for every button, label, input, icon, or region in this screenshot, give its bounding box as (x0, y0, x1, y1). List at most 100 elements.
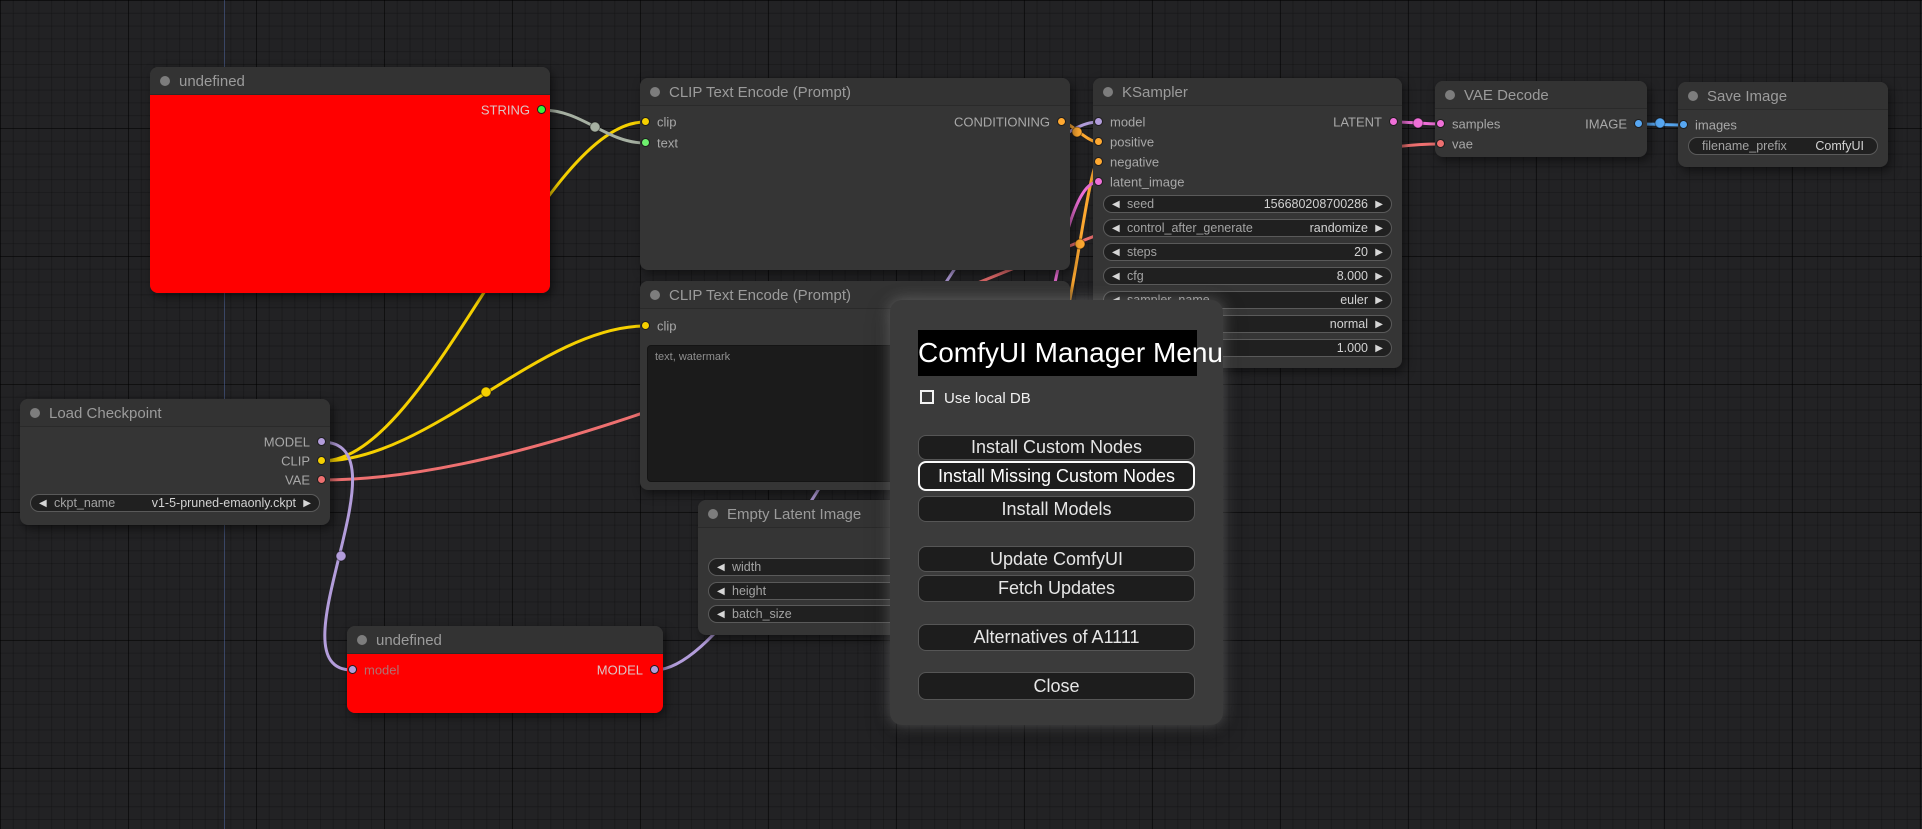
node-title-bar[interactable]: undefined (347, 626, 663, 654)
node-title: undefined (179, 73, 245, 90)
widget-value: normal (1329, 317, 1368, 331)
widget-cfg[interactable]: ◀ ▶ cfg 8.000 (1103, 267, 1392, 285)
node-collapse-dot-icon[interactable] (357, 635, 367, 645)
widget-increment-icon[interactable]: ▶ (1375, 342, 1383, 355)
node-title-bar[interactable]: undefined (150, 67, 550, 95)
widget-increment-icon[interactable]: ▶ (303, 497, 311, 510)
output-port-LATENT[interactable] (1389, 117, 1398, 126)
output-port-CLIP[interactable] (317, 456, 326, 465)
node-collapse-dot-icon[interactable] (708, 509, 718, 519)
widget-increment-icon[interactable]: ▶ (1375, 222, 1383, 235)
input-port-vae[interactable] (1436, 139, 1445, 148)
node-vae-decode[interactable]: VAE Decode samples vae IMAGE (1435, 81, 1647, 157)
widget-decrement-icon[interactable]: ◀ (1112, 246, 1120, 259)
widget-decrement-icon[interactable]: ◀ (717, 608, 725, 621)
input-port-label: clip (657, 318, 677, 334)
output-port-label: IMAGE (1585, 116, 1627, 132)
input-port-images[interactable] (1679, 120, 1688, 129)
node-undefined-model[interactable]: undefined model MODEL (347, 626, 663, 713)
widget-filename_prefix[interactable]: filename_prefix ComfyUI (1688, 137, 1878, 155)
input-port-text[interactable] (641, 138, 650, 147)
fetch-updates-button[interactable]: Fetch Updates (918, 575, 1195, 602)
widget-decrement-icon[interactable]: ◀ (717, 585, 725, 598)
input-port-label: text (657, 135, 678, 151)
widget-increment-icon[interactable]: ▶ (1375, 270, 1383, 283)
widget-increment-icon[interactable]: ▶ (1375, 246, 1383, 259)
input-port-latent_image[interactable] (1094, 177, 1103, 186)
widget-increment-icon[interactable]: ▶ (1375, 318, 1383, 331)
node-collapse-dot-icon[interactable] (1445, 90, 1455, 100)
node-clip-text-encode-1[interactable]: CLIP Text Encode (Prompt) clip text CONDITI… (640, 78, 1070, 270)
input-port-label: negative (1110, 154, 1160, 170)
node-collapse-dot-icon[interactable] (1688, 91, 1698, 101)
widget-label: width (732, 560, 762, 574)
node-collapse-dot-icon[interactable] (1103, 87, 1113, 97)
output-port-CONDITIONING[interactable] (1057, 117, 1066, 126)
node-load-checkpoint[interactable]: Load Checkpoint MODEL CLIP VAE ◀ ▶ ckpt_name v1… (20, 399, 330, 525)
input-port-negative[interactable] (1094, 157, 1103, 166)
link-midpoint-dot[interactable] (1071, 126, 1083, 138)
node-title: undefined (376, 632, 442, 649)
node-save-image[interactable]: Save Image images filename_prefix ComfyUI (1678, 82, 1888, 167)
output-port-MODEL[interactable] (317, 437, 326, 446)
node-title-bar[interactable]: Load Checkpoint (20, 399, 330, 427)
alternatives-of-a1111-button[interactable]: Alternatives of A1111 (918, 624, 1195, 651)
widget-label: batch_size (732, 607, 792, 621)
widget-ckpt_name[interactable]: ◀ ▶ ckpt_name v1-5-pruned-emaonly.ckpt (30, 494, 320, 512)
update-comfyui-button[interactable]: Update ComfyUI (918, 546, 1195, 572)
node-undefined-string[interactable]: undefined STRING (150, 67, 550, 293)
input-port-clip[interactable] (641, 321, 650, 330)
node-title-bar[interactable]: Save Image (1678, 82, 1888, 110)
install-missing-custom-nodes-button[interactable]: Install Missing Custom Nodes (918, 461, 1195, 491)
link-midpoint-dot[interactable] (335, 550, 347, 562)
widget-value: 156680208700286 (1263, 197, 1368, 211)
output-port-MODEL[interactable] (650, 665, 659, 674)
node-title-bar[interactable]: CLIP Text Encode (Prompt) (640, 78, 1070, 106)
node-title-bar[interactable]: KSampler (1093, 78, 1402, 106)
node-collapse-dot-icon[interactable] (650, 87, 660, 97)
output-port-label: STRING (480, 102, 530, 118)
widget-value: v1-5-pruned-emaonly.ckpt (151, 496, 296, 510)
link-midpoint-dot[interactable] (1654, 117, 1666, 129)
input-port-label: positive (1110, 134, 1155, 150)
input-port-samples[interactable] (1436, 119, 1445, 128)
use-local-db-checkbox[interactable] (920, 390, 934, 404)
widget-label: cfg (1127, 269, 1144, 283)
install-custom-nodes-button[interactable]: Install Custom Nodes (918, 435, 1195, 460)
input-port-model[interactable] (1094, 117, 1103, 126)
input-port-label: model (364, 662, 400, 678)
node-collapse-dot-icon[interactable] (30, 408, 40, 418)
widget-decrement-icon[interactable]: ◀ (1112, 270, 1120, 283)
widget-decrement-icon[interactable]: ◀ (1112, 198, 1120, 211)
node-body (640, 106, 1070, 270)
widget-seed[interactable]: ◀ ▶ seed 156680208700286 (1103, 195, 1392, 213)
link-midpoint-dot[interactable] (1074, 238, 1086, 250)
widget-decrement-icon[interactable]: ◀ (1112, 222, 1120, 235)
widget-increment-icon[interactable]: ▶ (1375, 294, 1383, 307)
widget-decrement-icon[interactable]: ◀ (717, 561, 725, 574)
output-port-STRING[interactable] (537, 105, 546, 114)
link-midpoint-dot[interactable] (1412, 117, 1424, 129)
widget-label: control_after_generate (1127, 221, 1253, 235)
link-midpoint-dot[interactable] (480, 386, 492, 398)
node-collapse-dot-icon[interactable] (650, 290, 660, 300)
input-port-clip[interactable] (641, 117, 650, 126)
input-port-label: images (1695, 117, 1737, 133)
widget-steps[interactable]: ◀ ▶ steps 20 (1103, 243, 1392, 261)
widget-control_after_generate[interactable]: ◀ ▶ control_after_generate randomize (1103, 219, 1392, 237)
widget-label: steps (1127, 245, 1157, 259)
link-midpoint-dot[interactable] (589, 121, 601, 133)
install-models-button[interactable]: Install Models (918, 496, 1195, 522)
node-canvas[interactable]: undefined STRING CLIP Text Encode (Prompt)… (0, 0, 1922, 829)
output-port-VAE[interactable] (317, 475, 326, 484)
node-title-bar[interactable]: VAE Decode (1435, 81, 1647, 109)
widget-increment-icon[interactable]: ▶ (1375, 198, 1383, 211)
node-title: Empty Latent Image (727, 506, 862, 523)
output-port-IMAGE[interactable] (1634, 119, 1643, 128)
close-button[interactable]: Close (918, 672, 1195, 700)
input-port-model[interactable] (348, 665, 357, 674)
output-port-label: MODEL (596, 662, 643, 678)
node-collapse-dot-icon[interactable] (160, 76, 170, 86)
input-port-positive[interactable] (1094, 137, 1103, 146)
widget-decrement-icon[interactable]: ◀ (39, 497, 47, 510)
